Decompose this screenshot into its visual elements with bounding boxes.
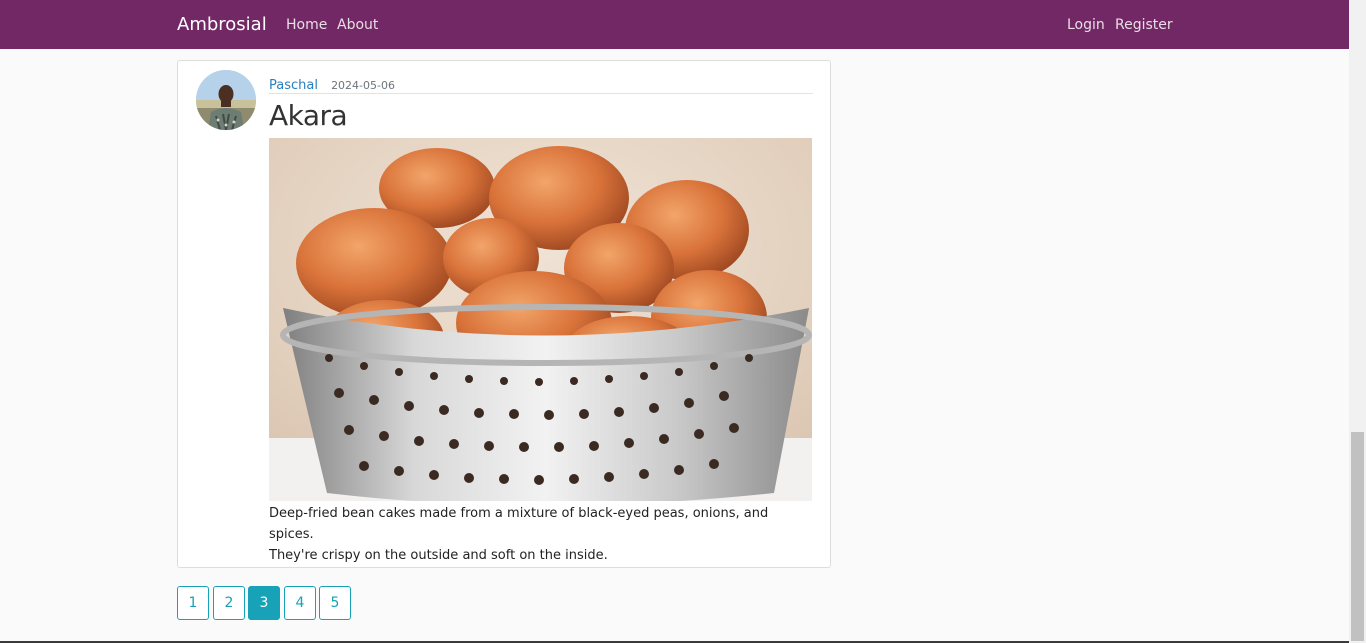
vertical-scrollbar[interactable] <box>1349 0 1366 643</box>
nav-home-link[interactable]: Home <box>286 17 327 33</box>
page-1-button[interactable]: 1 <box>177 586 209 620</box>
post-meta: Paschal 2024-05-06 <box>269 74 813 94</box>
post-content-line: They're crispy on the outside and soft o… <box>269 548 608 563</box>
page-4-button[interactable]: 4 <box>284 586 316 620</box>
author-avatar[interactable] <box>196 70 256 130</box>
post-title[interactable]: Akara <box>269 99 348 132</box>
author-link[interactable]: Paschal <box>269 78 318 93</box>
nav-about-link[interactable]: About <box>337 17 378 33</box>
nav-register-link[interactable]: Register <box>1115 17 1173 33</box>
navbar: Ambrosial Home About Login Register <box>0 0 1349 49</box>
post-image <box>269 138 812 501</box>
post-card: Paschal 2024-05-06 Akara Deep-fried bean… <box>177 60 831 568</box>
nav-login-link[interactable]: Login <box>1067 17 1105 33</box>
post-content: Deep-fried bean cakes made from a mixtur… <box>269 503 809 566</box>
page-3-button[interactable]: 3 <box>248 586 280 620</box>
page-2-button[interactable]: 2 <box>213 586 245 620</box>
post-date: 2024-05-06 <box>331 79 395 92</box>
post-content-line: Deep-fried bean cakes made from a mixtur… <box>269 506 769 542</box>
scrollbar-thumb[interactable] <box>1351 432 1364 641</box>
brand-link[interactable]: Ambrosial <box>177 14 267 35</box>
page-5-button[interactable]: 5 <box>319 586 351 620</box>
